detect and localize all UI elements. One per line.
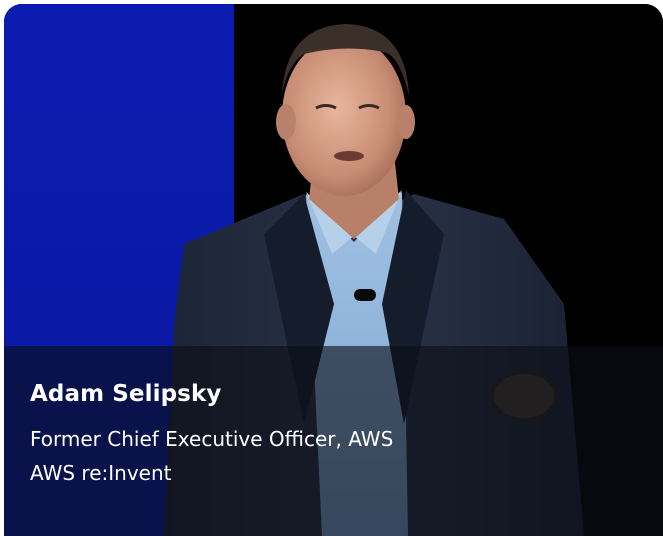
speaker-card[interactable]: Adam Selipsky Former Chief Executive Off… (4, 4, 663, 536)
speaker-name: Adam Selipsky (30, 381, 222, 407)
event-name: AWS re:Invent (30, 461, 172, 485)
caption-overlay: Adam Selipsky Former Chief Executive Off… (4, 346, 663, 536)
speaker-title: Former Chief Executive Officer, AWS (30, 427, 394, 451)
